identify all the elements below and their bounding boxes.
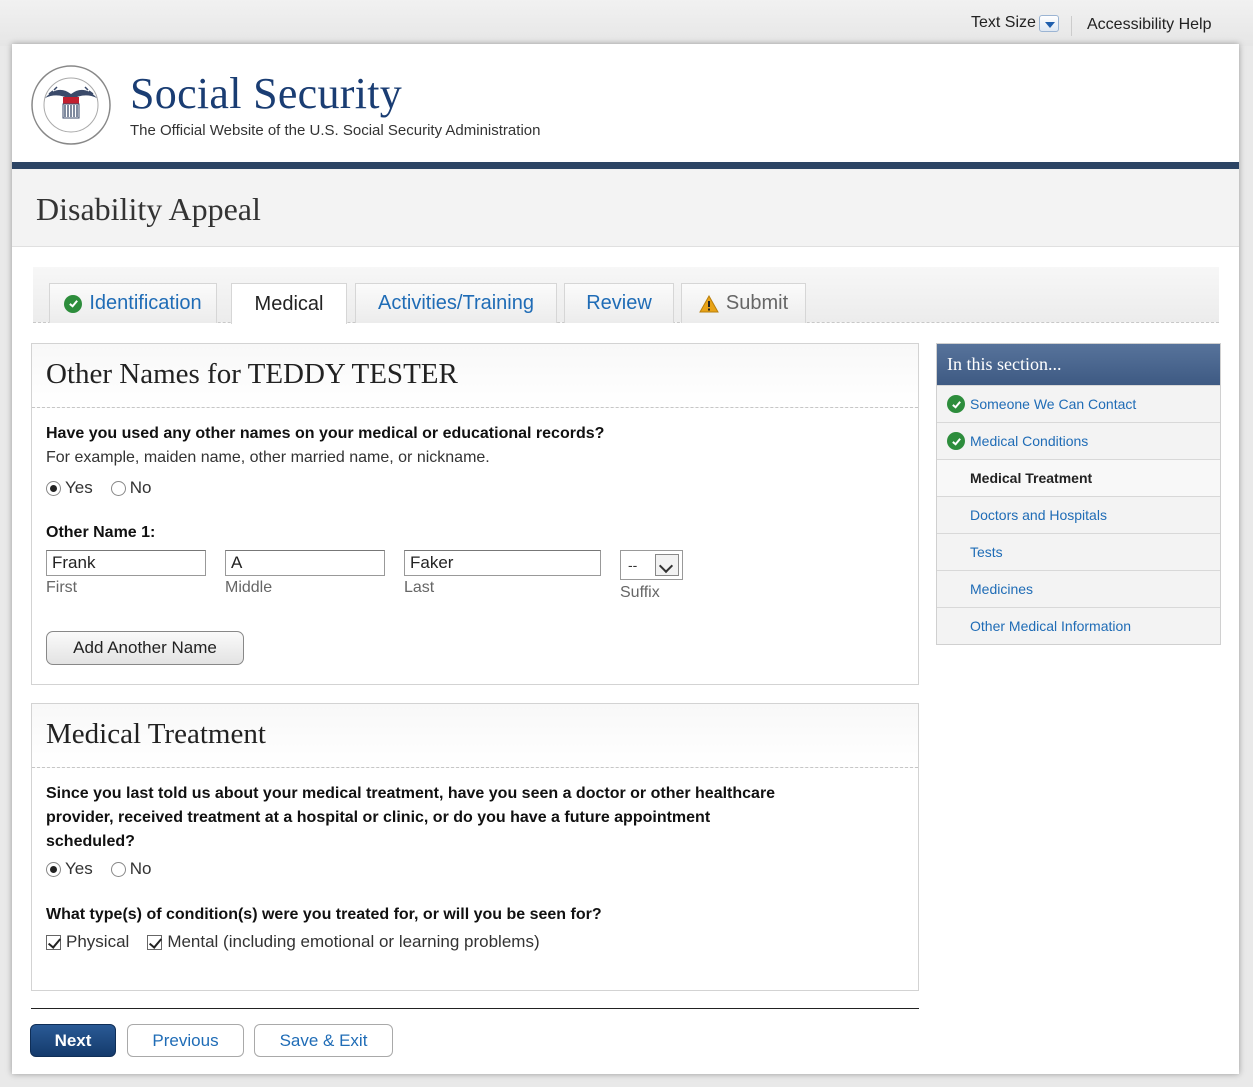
sidebar-item-doctors-and-hospitals[interactable]: Doctors and Hospitals	[937, 496, 1220, 533]
yes-radio[interactable]	[46, 861, 61, 877]
no-radio[interactable]	[110, 480, 126, 496]
first-name-field[interactable]: Frank	[46, 550, 206, 576]
sidebar-item-label[interactable]: Doctors and Hospitals	[970, 507, 1107, 523]
mental-label[interactable]: Mental (including emotional or learning …	[167, 932, 539, 952]
suffix-value: --	[628, 557, 638, 573]
tab-submit[interactable]: Submit	[681, 283, 806, 323]
tab-label: Identification	[89, 292, 202, 314]
tab-label: Medical	[254, 292, 324, 315]
no-radio[interactable]	[110, 861, 126, 877]
panel-header: Medical Treatment	[32, 704, 918, 768]
text-size-control[interactable]: Text Size	[971, 14, 1059, 32]
brand-title[interactable]: Social Security	[130, 68, 402, 119]
utility-divider	[1071, 16, 1072, 36]
tab-identification[interactable]: Identification	[49, 283, 217, 323]
sidebar-item-label: Medical Treatment	[970, 470, 1093, 486]
previous-button[interactable]: Previous	[127, 1024, 244, 1057]
tab-review[interactable]: Review	[564, 283, 674, 323]
sidebar-item-label[interactable]: Someone We Can Contact	[970, 396, 1136, 412]
no-label[interactable]: No	[130, 478, 152, 498]
condition-checkbox-group: Physical Mental (including emotional or …	[46, 932, 558, 952]
yes-label[interactable]: Yes	[65, 478, 93, 498]
other-names-heading: Other Names for TEDDY TESTER	[46, 358, 458, 390]
sidebar-item-label[interactable]: Other Medical Information	[970, 618, 1131, 634]
site-header: Social Security The Official Website of …	[12, 44, 1239, 162]
tab-label: Review	[586, 292, 652, 314]
section-tabs: Identification Medical Activities/Traini…	[33, 267, 1219, 324]
sidebar-item-other-medical-information[interactable]: Other Medical Information	[937, 607, 1220, 644]
yes-label[interactable]: Yes	[65, 859, 93, 879]
brand-subtitle: The Official Website of the U.S. Social …	[130, 122, 541, 139]
panel-header: Other Names for TEDDY TESTER	[32, 344, 918, 408]
text-size-label[interactable]: Text Size	[971, 14, 1036, 32]
accessibility-help-link[interactable]: Accessibility Help	[1087, 16, 1211, 34]
chevron-down-icon[interactable]	[655, 554, 679, 576]
check-circle-icon	[947, 432, 965, 450]
medical-treatment-heading: Medical Treatment	[46, 718, 266, 750]
last-name-field[interactable]: Faker	[404, 550, 601, 576]
chevron-down-icon[interactable]	[1038, 14, 1059, 32]
check-circle-icon	[64, 294, 83, 313]
medical-treatment-panel: Medical Treatment Since you last told us…	[31, 703, 919, 991]
add-another-name-button[interactable]: Add Another Name	[46, 631, 244, 665]
sidebar-item-tests[interactable]: Tests	[937, 533, 1220, 570]
sidebar-heading: In this section...	[937, 344, 1220, 385]
ssa-seal-icon[interactable]	[30, 64, 112, 146]
sidebar-item-label[interactable]: Tests	[970, 544, 1003, 560]
first-name-label: First	[46, 579, 78, 596]
treatment-question-line-2: provider, received treatment at a hospit…	[46, 809, 711, 826]
physical-label[interactable]: Physical	[66, 932, 129, 952]
tab-label: Activities/Training	[378, 292, 534, 314]
other-names-question: Have you used any other names on your me…	[46, 425, 605, 442]
utility-bar: Text Size Accessibility Help	[0, 0, 1253, 46]
sidebar-item-label[interactable]: Medical Conditions	[970, 433, 1088, 449]
title-bar: Disability Appeal	[12, 169, 1239, 247]
other-names-hint: For example, maiden name, other married …	[46, 449, 490, 466]
mental-checkbox[interactable]	[147, 934, 163, 950]
suffix-label: Suffix	[620, 584, 660, 601]
sidebar-item-medicines[interactable]: Medicines	[937, 570, 1220, 607]
last-name-label: Last	[404, 579, 435, 596]
middle-name-label: Middle	[225, 579, 273, 596]
page-card: Social Security The Official Website of …	[12, 44, 1239, 1074]
sidebar-item-label[interactable]: Medicines	[970, 581, 1033, 597]
treatment-question-line-3: scheduled?	[46, 833, 135, 850]
next-button[interactable]: Next	[30, 1024, 116, 1057]
tab-activities-training[interactable]: Activities/Training	[355, 283, 557, 323]
physical-checkbox[interactable]	[46, 934, 61, 950]
sidebar-item-medical-conditions[interactable]: Medical Conditions	[937, 422, 1220, 459]
other-name-label: Other Name 1:	[46, 524, 156, 541]
other-names-radio-group: Yes No	[46, 478, 169, 498]
check-circle-icon	[947, 395, 965, 413]
yes-radio[interactable]	[46, 480, 61, 496]
condition-type-question: What type(s) of condition(s) were you tr…	[46, 906, 602, 923]
other-names-panel: Other Names for TEDDY TESTER Have you us…	[31, 343, 919, 685]
middle-name-field[interactable]: A	[225, 550, 385, 576]
tab-medical[interactable]: Medical	[231, 283, 347, 324]
treatment-question-line-1: Since you last told us about your medica…	[46, 785, 776, 802]
header-rule	[12, 162, 1239, 169]
save-exit-button[interactable]: Save & Exit	[254, 1024, 393, 1057]
sidebar-item-medical-treatment: Medical Treatment	[937, 459, 1220, 496]
sidebar-item-someone-we-can-contact[interactable]: Someone We Can Contact	[937, 385, 1220, 422]
page-title: Disability Appeal	[36, 191, 261, 227]
section-sidebar: In this section... Someone We Can Contac…	[936, 343, 1221, 645]
treatment-radio-group: Yes No	[46, 859, 169, 879]
warning-icon	[699, 294, 719, 312]
no-label[interactable]: No	[130, 859, 152, 879]
suffix-select[interactable]: --	[620, 550, 683, 580]
tab-label: Submit	[725, 292, 789, 314]
footer-divider	[31, 1008, 919, 1009]
